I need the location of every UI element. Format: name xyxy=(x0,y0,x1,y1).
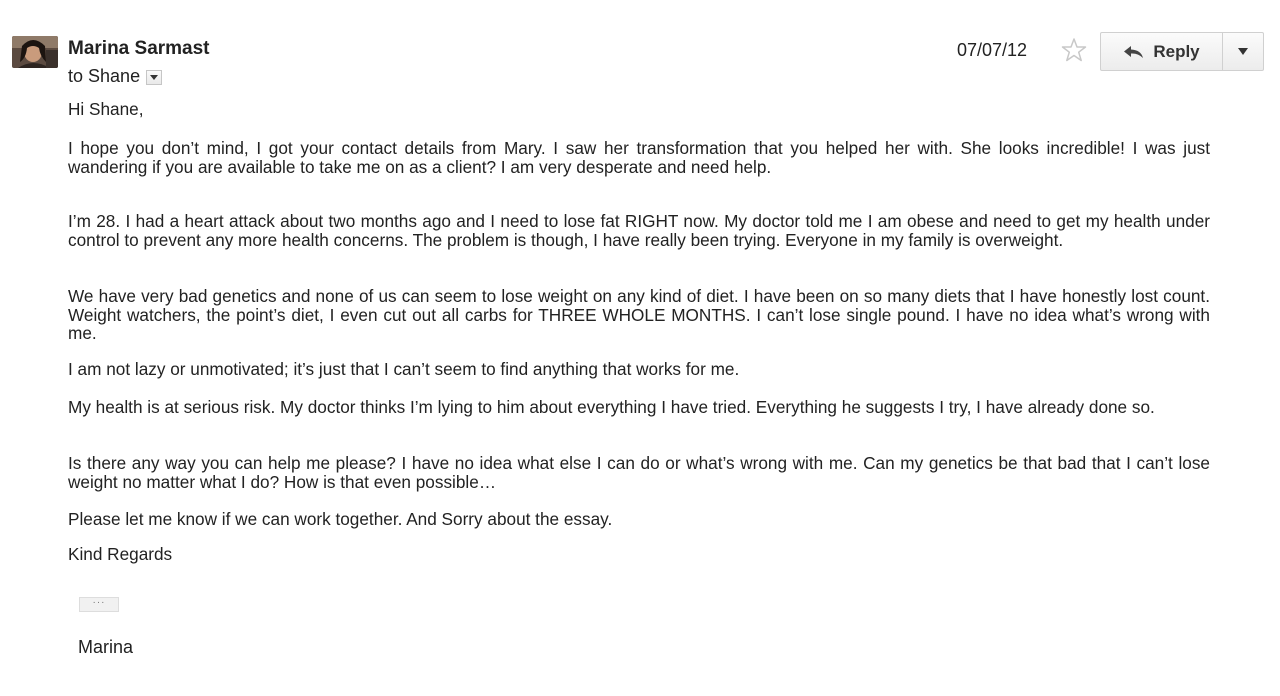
body-paragraph-2: I’m 28. I had a heart attack about two m… xyxy=(68,211,1210,250)
show-trimmed-content-button[interactable]: ··· xyxy=(79,597,119,612)
reply-label: Reply xyxy=(1153,41,1200,61)
signature: Marina xyxy=(78,637,134,657)
star-icon[interactable] xyxy=(1060,36,1088,64)
body-paragraph-4: I am not lazy or unmotivated; it’s just … xyxy=(68,359,740,379)
body-paragraph-7: Please let me know if we can work togeth… xyxy=(68,509,613,529)
message-date: 07/07/12 xyxy=(957,40,1028,60)
avatar-image xyxy=(12,36,58,68)
more-options-button[interactable] xyxy=(1223,33,1263,70)
show-details-chevron-down-icon[interactable] xyxy=(146,70,163,85)
greeting: Hi Shane, xyxy=(68,99,144,119)
body-paragraph-1: I hope you don’t mind, I got your contac… xyxy=(68,138,1210,177)
sender-avatar[interactable] xyxy=(12,36,58,68)
body-paragraph-6: Is there any way you can help me please?… xyxy=(68,453,1210,492)
reply-button-group: Reply xyxy=(1100,32,1264,71)
to-prefix: to xyxy=(68,66,84,86)
body-paragraph-3: We have very bad genetics and none of us… xyxy=(68,286,1210,343)
sender-name: Marina Sarmast xyxy=(68,38,210,59)
reply-button[interactable]: Reply xyxy=(1101,33,1223,70)
body-paragraph-5: My health is at serious risk. My doctor … xyxy=(68,397,1155,417)
closing: Kind Regards xyxy=(68,544,173,564)
star-outline-icon xyxy=(1061,38,1087,62)
reply-arrow-icon xyxy=(1124,45,1144,58)
recipient-name: Shane xyxy=(88,66,141,86)
recipient-line: to Shane xyxy=(68,66,163,87)
